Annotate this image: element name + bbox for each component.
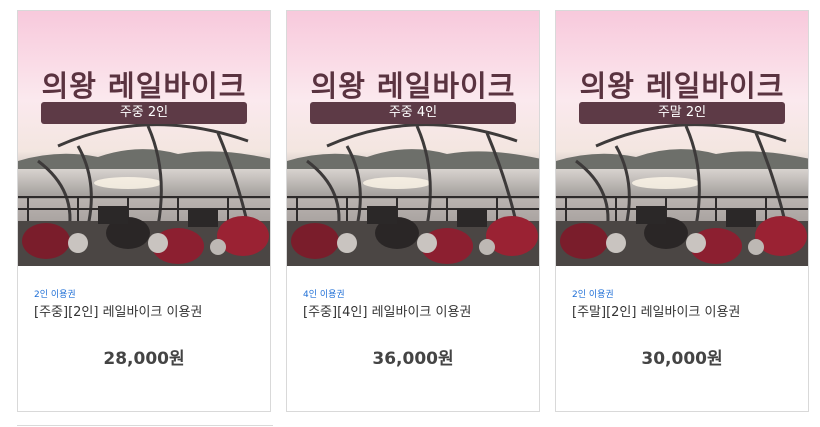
- image-badge: 주중 2인: [41, 102, 247, 124]
- product-grid: 의왕 레일바이크 주중 2인 2인 이용권 [주중][2인] 레일바이크 이용권…: [0, 0, 820, 427]
- product-category: 4인 이용권: [303, 290, 345, 300]
- product-thumbnail[interactable]: 의왕 레일바이크 주중 4인: [287, 11, 539, 266]
- product-info: 2인 이용권 [주말][2인] 레일바이크 이용권 30,000원: [556, 289, 808, 369]
- next-row-card-edge: [17, 425, 273, 426]
- product-name[interactable]: [주중][2인] 레일바이크 이용권: [34, 304, 254, 322]
- railbike-photo: [18, 11, 270, 266]
- product-price: 36,000원: [372, 349, 454, 369]
- image-title: 의왕 레일바이크: [41, 69, 247, 103]
- product-thumbnail[interactable]: 의왕 레일바이크 주중 2인: [18, 11, 270, 266]
- product-name[interactable]: [주말][2인] 레일바이크 이용권: [572, 304, 792, 322]
- railbike-photo: [556, 11, 808, 266]
- product-info: 4인 이용권 [주중][4인] 레일바이크 이용권 36,000원: [287, 289, 539, 369]
- image-badge: 주말 2인: [579, 102, 785, 124]
- railbike-photo: [287, 11, 539, 266]
- product-card[interactable]: 의왕 레일바이크 주중 2인 2인 이용권 [주중][2인] 레일바이크 이용권…: [17, 10, 271, 412]
- product-category: 2인 이용권: [34, 290, 76, 300]
- image-badge: 주중 4인: [310, 102, 516, 124]
- product-price: 30,000원: [641, 349, 723, 369]
- product-thumbnail[interactable]: 의왕 레일바이크 주말 2인: [556, 11, 808, 266]
- product-price: 28,000원: [103, 349, 185, 369]
- product-name[interactable]: [주중][4인] 레일바이크 이용권: [303, 304, 523, 322]
- product-card[interactable]: 의왕 레일바이크 주중 4인 4인 이용권 [주중][4인] 레일바이크 이용권…: [286, 10, 540, 412]
- product-card[interactable]: 의왕 레일바이크 주말 2인 2인 이용권 [주말][2인] 레일바이크 이용권…: [555, 10, 809, 412]
- product-info: 2인 이용권 [주중][2인] 레일바이크 이용권 28,000원: [18, 289, 270, 369]
- product-category: 2인 이용권: [572, 290, 614, 300]
- image-title: 의왕 레일바이크: [310, 69, 516, 103]
- image-title: 의왕 레일바이크: [579, 69, 785, 103]
